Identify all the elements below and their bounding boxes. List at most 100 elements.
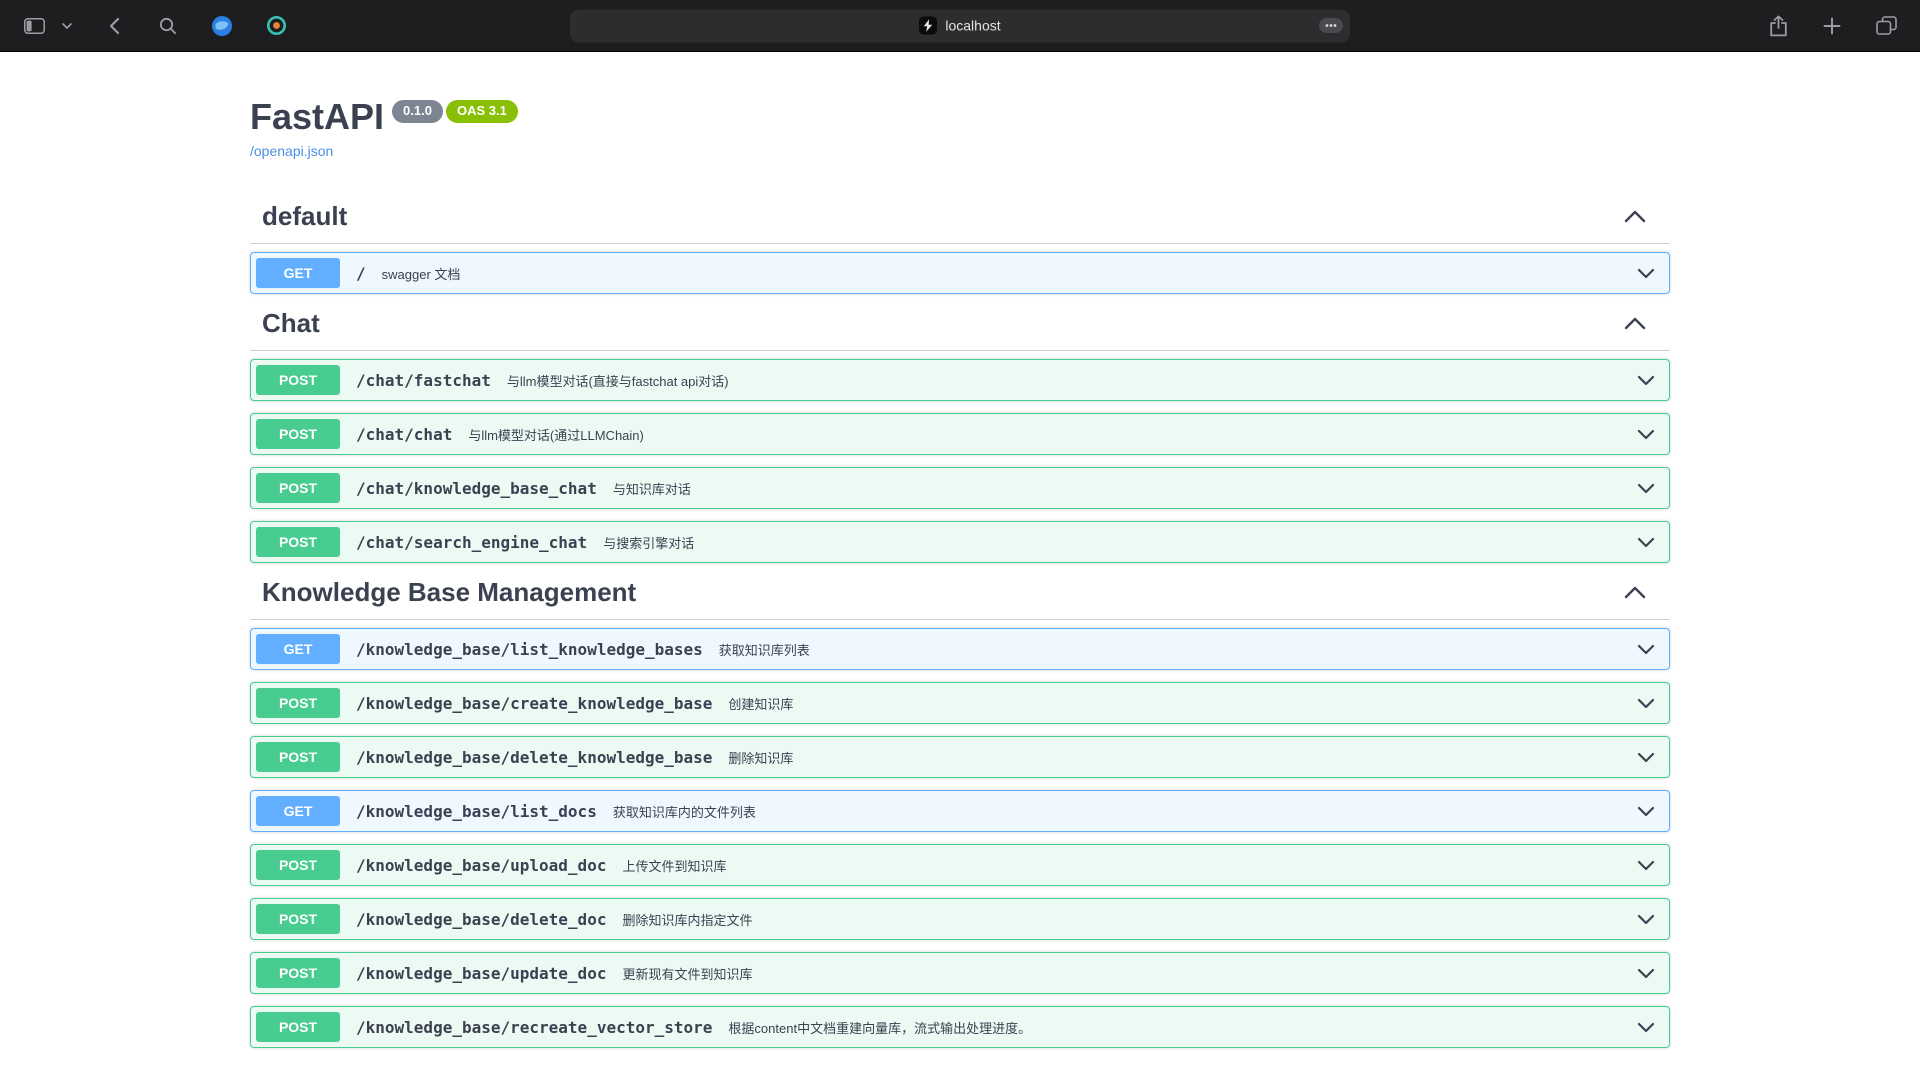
expand-operation-button[interactable] xyxy=(1637,375,1655,386)
chevron-down-icon xyxy=(1637,914,1655,925)
chevron-down-icon xyxy=(1637,537,1655,548)
chevron-down-icon xyxy=(62,23,72,29)
tab-overview-button[interactable] xyxy=(1870,10,1902,42)
chevron-down-icon xyxy=(1637,483,1655,494)
operation-row[interactable]: POST /knowledge_base/upload_doc 上传文件到知识库 xyxy=(250,844,1670,886)
expand-operation-button[interactable] xyxy=(1637,429,1655,440)
plus-icon xyxy=(1823,17,1841,35)
operation-row[interactable]: POST /knowledge_base/update_doc 更新现有文件到知… xyxy=(250,952,1670,994)
operation-row[interactable]: GET /knowledge_base/list_docs 获取知识库内的文件列… xyxy=(250,790,1670,832)
operation-row[interactable]: POST /knowledge_base/delete_doc 删除知识库内指定… xyxy=(250,898,1670,940)
expand-operation-button[interactable] xyxy=(1637,968,1655,979)
section-title: Knowledge Base Management xyxy=(262,577,1624,607)
operation-description: 与llm模型对话(通过LLMChain) xyxy=(468,425,1637,444)
operation-row[interactable]: GET /knowledge_base/list_knowledge_bases… xyxy=(250,628,1670,670)
blue-app-extension-button[interactable] xyxy=(206,10,238,42)
operation-row[interactable]: GET / swagger 文档 xyxy=(250,252,1670,294)
address-bar[interactable]: localhost xyxy=(570,9,1350,42)
operation-description: 更新现有文件到知识库 xyxy=(622,964,1637,983)
share-button[interactable] xyxy=(1762,10,1794,42)
operation-path: /chat/search_engine_chat xyxy=(356,533,587,552)
ring-extension-button[interactable] xyxy=(260,10,292,42)
operation-description: 删除知识库内指定文件 xyxy=(622,910,1637,929)
chevron-down-icon xyxy=(1637,644,1655,655)
address-url-text: localhost xyxy=(945,18,1000,34)
expand-operation-button[interactable] xyxy=(1637,537,1655,548)
operation-row[interactable]: POST /chat/knowledge_base_chat 与知识库对话 xyxy=(250,467,1670,509)
expand-operation-button[interactable] xyxy=(1637,1022,1655,1033)
operation-path: /knowledge_base/list_knowledge_bases xyxy=(356,640,703,659)
sidebar-menu-chevron[interactable] xyxy=(58,10,76,42)
operation-row[interactable]: POST /chat/chat 与llm模型对话(通过LLMChain) xyxy=(250,413,1670,455)
collapse-section-button[interactable] xyxy=(1624,210,1646,223)
method-badge: POST xyxy=(256,688,340,718)
method-badge: GET xyxy=(256,634,340,664)
chevron-down-icon xyxy=(1637,860,1655,871)
back-button[interactable] xyxy=(98,10,130,42)
sidebar-icon xyxy=(24,18,45,34)
search-button[interactable] xyxy=(152,10,184,42)
operation-row[interactable]: POST /knowledge_base/create_knowledge_ba… xyxy=(250,682,1670,724)
expand-operation-button[interactable] xyxy=(1637,806,1655,817)
section-operations: GET / swagger 文档 xyxy=(250,244,1670,294)
sidebar-toggle-button[interactable] xyxy=(18,10,50,42)
tabs-overview-icon xyxy=(1876,16,1897,35)
operation-row[interactable]: POST /knowledge_base/delete_knowledge_ba… xyxy=(250,736,1670,778)
operation-row[interactable]: POST /chat/search_engine_chat 与搜索引擎对话 xyxy=(250,521,1670,563)
operation-path: /knowledge_base/upload_doc xyxy=(356,856,606,875)
operation-path: /knowledge_base/recreate_vector_store xyxy=(356,1018,712,1037)
method-badge: POST xyxy=(256,742,340,772)
expand-operation-button[interactable] xyxy=(1637,644,1655,655)
operation-description: 根据content中文档重建向量库，流式输出处理进度。 xyxy=(728,1018,1637,1037)
api-title-text: FastAPI xyxy=(250,96,384,137)
chevron-left-icon xyxy=(109,17,120,35)
api-title: FastAPI 0.1.0OAS 3.1 xyxy=(250,96,1670,137)
chevron-down-icon xyxy=(1637,1022,1655,1033)
version-badge: 0.1.0 xyxy=(392,100,443,123)
chevron-up-icon xyxy=(1624,586,1646,599)
collapse-section-button[interactable] xyxy=(1624,586,1646,599)
section-operations: POST /chat/fastchat 与llm模型对话(直接与fastchat… xyxy=(250,351,1670,563)
openapi-spec-link[interactable]: /openapi.json xyxy=(250,143,333,159)
operation-row[interactable]: POST /chat/fastchat 与llm模型对话(直接与fastchat… xyxy=(250,359,1670,401)
chevron-down-icon xyxy=(1637,806,1655,817)
share-icon xyxy=(1769,15,1788,37)
operation-row[interactable]: POST /knowledge_base/recreate_vector_sto… xyxy=(250,1006,1670,1048)
method-badge: POST xyxy=(256,850,340,880)
operation-path: /chat/fastchat xyxy=(356,371,491,390)
expand-operation-button[interactable] xyxy=(1637,483,1655,494)
api-sections: default GET / swagger 文档 Chat xyxy=(250,201,1670,1048)
expand-operation-button[interactable] xyxy=(1637,860,1655,871)
expand-operation-button[interactable] xyxy=(1637,698,1655,709)
operation-path: /knowledge_base/list_docs xyxy=(356,802,597,821)
operation-description: swagger 文档 xyxy=(382,264,1637,283)
expand-operation-button[interactable] xyxy=(1637,914,1655,925)
operation-path: /chat/knowledge_base_chat xyxy=(356,479,597,498)
operation-description: 与搜索引擎对话 xyxy=(603,533,1637,552)
section-operations: GET /knowledge_base/list_knowledge_bases… xyxy=(250,620,1670,1048)
chevron-down-icon xyxy=(1637,375,1655,386)
operation-path: / xyxy=(356,264,366,283)
blue-bird-app-icon xyxy=(211,15,233,37)
section-title: Chat xyxy=(262,308,1624,338)
operation-description: 获取知识库列表 xyxy=(719,640,1637,659)
teal-ring-icon xyxy=(266,15,287,36)
new-tab-button[interactable] xyxy=(1816,10,1848,42)
page-extensions-button[interactable] xyxy=(1319,18,1343,33)
ellipsis-icon xyxy=(1319,18,1343,33)
operation-description: 上传文件到知识库 xyxy=(622,856,1637,875)
section-header[interactable]: default xyxy=(250,201,1670,244)
method-badge: POST xyxy=(256,958,340,988)
oas-version-badge: OAS 3.1 xyxy=(446,100,518,123)
swagger-page: FastAPI 0.1.0OAS 3.1 /openapi.json defaul… xyxy=(0,52,1920,1079)
operation-description: 与llm模型对话(直接与fastchat api对话) xyxy=(507,371,1637,390)
chevron-down-icon xyxy=(1637,752,1655,763)
method-badge: POST xyxy=(256,365,340,395)
site-favicon xyxy=(919,17,937,35)
expand-operation-button[interactable] xyxy=(1637,752,1655,763)
section-header[interactable]: Chat xyxy=(250,308,1670,351)
section-header[interactable]: Knowledge Base Management xyxy=(250,577,1670,620)
collapse-section-button[interactable] xyxy=(1624,317,1646,330)
expand-operation-button[interactable] xyxy=(1637,268,1655,279)
search-icon xyxy=(159,17,177,35)
